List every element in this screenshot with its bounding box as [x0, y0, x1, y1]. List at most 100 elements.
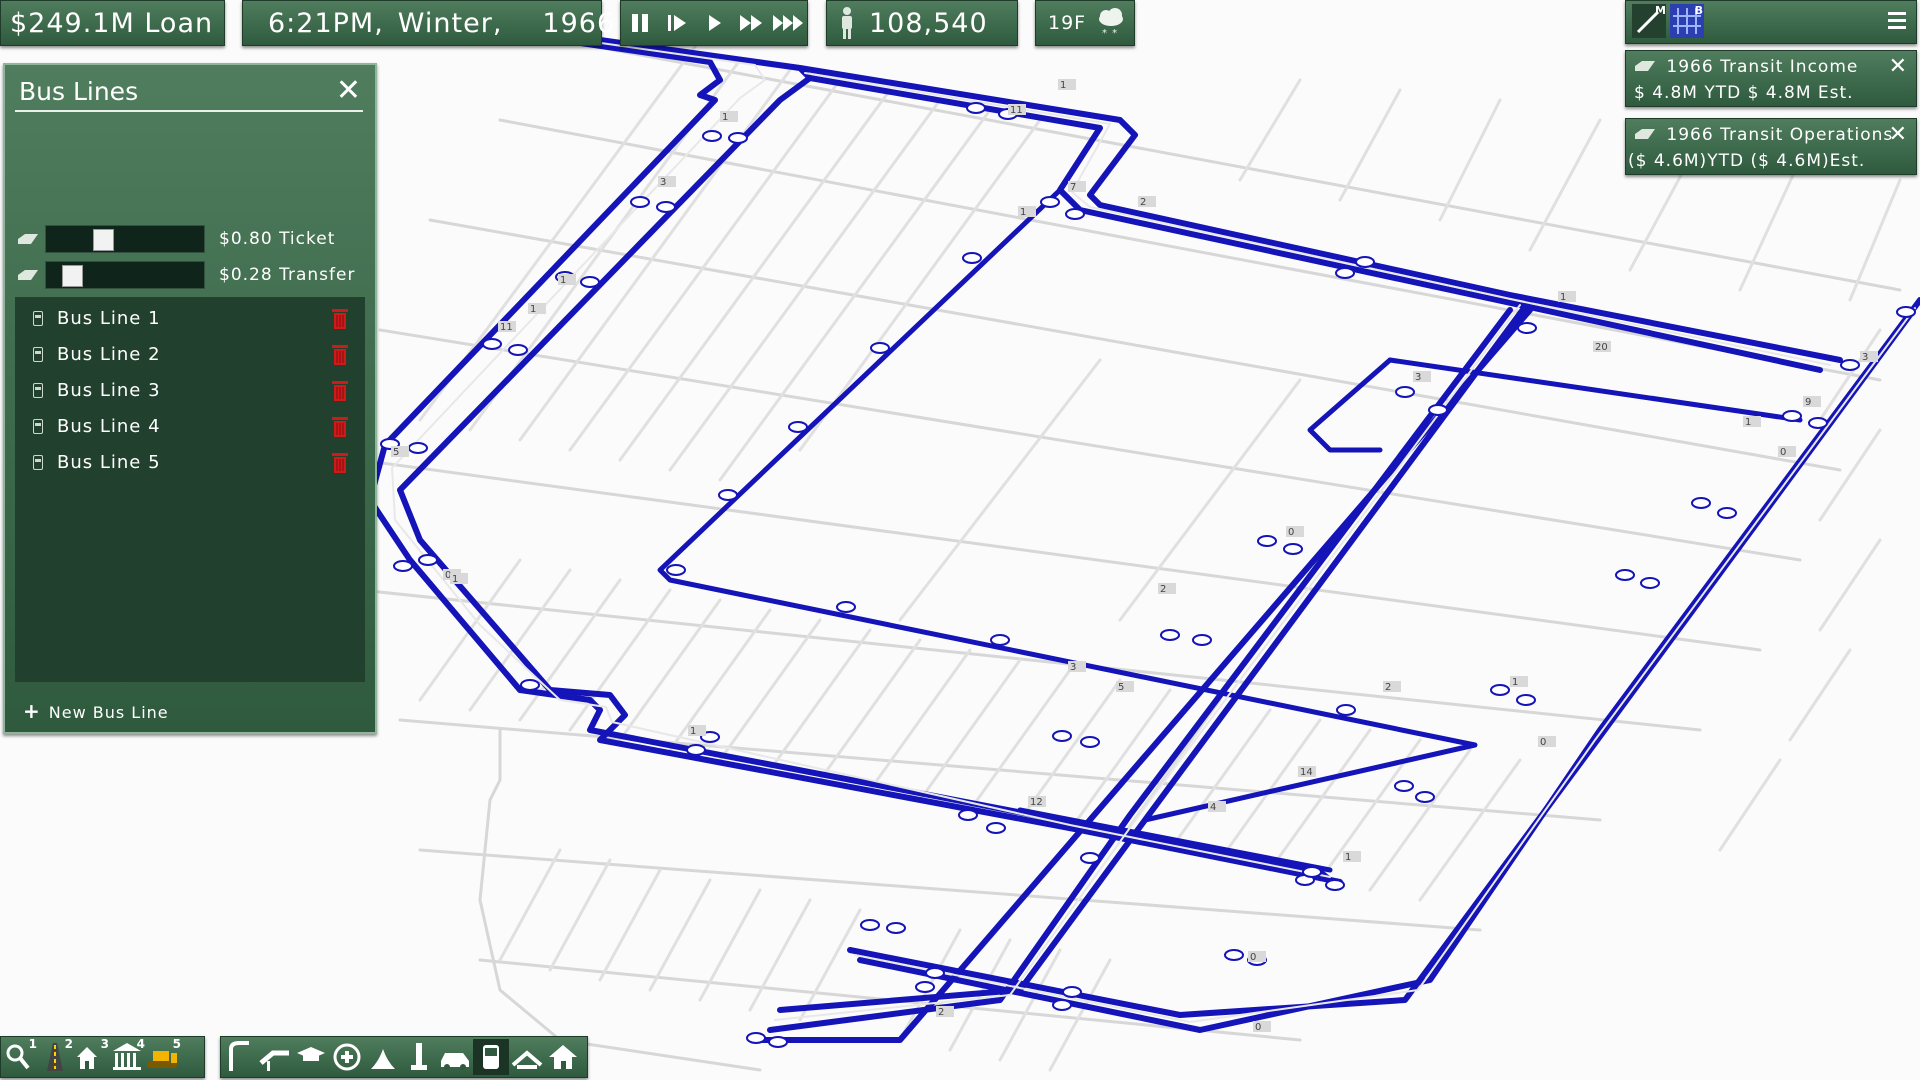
transit-operations-panel: 1966 Transit Operations ($ 4.6M)YTD ($ 4…	[1625, 118, 1917, 175]
monument-icon	[411, 1043, 427, 1070]
stop-count-label: 5	[393, 447, 399, 458]
map-mode-m-label: M	[1655, 4, 1666, 17]
trash-icon[interactable]	[332, 452, 348, 474]
bus-icon	[33, 310, 43, 326]
stop-count-label: 0	[1250, 952, 1256, 963]
transit-income-title: 1966 Transit Income	[1666, 57, 1859, 77]
new-bus-line-label: New Bus Line	[48, 703, 169, 722]
transfer-slider-thumb[interactable]	[62, 265, 84, 287]
new-bus-line-button[interactable]: + New Bus Line	[23, 699, 169, 723]
stop-count-label: 1	[1560, 292, 1566, 303]
car-tool-button[interactable]	[437, 1039, 473, 1075]
bus-tool-button[interactable]	[473, 1039, 509, 1075]
fast-speed-button[interactable]	[734, 6, 768, 40]
stop-count-label: 0	[1255, 1022, 1261, 1033]
road-build-tool-button[interactable]	[221, 1039, 257, 1075]
play-icon	[708, 15, 721, 31]
trash-icon[interactable]	[332, 380, 348, 402]
stop-count-label: 2	[938, 1007, 944, 1018]
stop-count-label: 3	[1415, 372, 1421, 383]
home-tool-button[interactable]	[545, 1039, 581, 1075]
transit-operations-title-row: 1966 Transit Operations	[1634, 125, 1893, 145]
stop-count-label: 9	[1805, 397, 1811, 408]
weather-display[interactable]: 19F * *	[1035, 0, 1135, 46]
home-icon	[549, 1045, 577, 1069]
stop-count-label: 1	[530, 304, 536, 315]
close-operations-panel-button[interactable]: ✕	[1889, 122, 1908, 147]
bus-line-item[interactable]: Bus Line 1	[15, 302, 365, 334]
health-icon	[333, 1043, 361, 1071]
loan-display[interactable]: $249.1M Loan	[0, 0, 225, 46]
slow-speed-button[interactable]	[660, 6, 694, 40]
map-mode-bar: M B	[1625, 0, 1917, 44]
stop-count-label: 3	[660, 177, 666, 188]
title-divider	[15, 110, 363, 112]
bus-routes	[367, 37, 1920, 1043]
stop-count-label: 14	[1300, 767, 1313, 778]
bus-icon	[33, 418, 43, 434]
health-tool-button[interactable]	[329, 1039, 365, 1075]
ticket-price-slider[interactable]	[45, 225, 205, 253]
bus-line-item[interactable]: Bus Line 3	[15, 374, 365, 406]
monument-tool-button[interactable]	[401, 1039, 437, 1075]
bus-line-label: Bus Line 2	[57, 343, 161, 365]
main-menu-button[interactable]	[1886, 9, 1908, 33]
ticket-icon	[18, 234, 38, 244]
trash-icon[interactable]	[332, 344, 348, 366]
map-mode-b-label: B	[1694, 4, 1703, 17]
transit-income-values: $ 4.8M YTD $ 4.8M Est.	[1634, 83, 1854, 103]
close-bus-panel-button[interactable]: ✕	[336, 73, 361, 108]
trash-icon[interactable]	[332, 308, 348, 330]
trash-icon[interactable]	[332, 416, 348, 438]
bus-line-label: Bus Line 4	[57, 415, 161, 437]
bulldozer-tool-button[interactable]: 5	[145, 1037, 181, 1075]
bus-icon	[483, 1045, 499, 1069]
slow-play-icon	[667, 15, 686, 31]
train-tool-button[interactable]	[509, 1039, 545, 1075]
stop-count-label: 4	[1210, 802, 1216, 813]
stop-count-label: 1	[560, 275, 566, 286]
road-tool-button[interactable]: 2	[37, 1037, 73, 1075]
hotkey-number: 1	[28, 1037, 37, 1051]
transit-operations-values: ($ 4.6M)YTD ($ 4.6M)Est.	[1628, 151, 1866, 171]
stop-count-label: 0	[1540, 737, 1546, 748]
normal-speed-button[interactable]	[697, 6, 731, 40]
bus-line-item[interactable]: Bus Line 4	[15, 410, 365, 442]
bus-line-label: Bus Line 5	[57, 451, 161, 473]
education-tool-button[interactable]	[293, 1039, 329, 1075]
transit-income-panel: 1966 Transit Income $ 4.8M YTD $ 4.8M Es…	[1625, 50, 1917, 107]
population-text: 108,540	[869, 7, 988, 39]
houses-tool-button[interactable]: 3	[73, 1037, 109, 1075]
bus-icon	[33, 346, 43, 362]
magnifier-tool-button[interactable]: 1	[1, 1037, 37, 1075]
parks-tool-button[interactable]	[365, 1039, 401, 1075]
bus-line-label: Bus Line 1	[57, 307, 161, 329]
car-icon	[441, 1053, 469, 1070]
government-tool-button[interactable]: 4	[109, 1037, 145, 1075]
date-time-display: 6:21PM, Winter, 1966	[242, 0, 614, 46]
population-display[interactable]: 108,540	[826, 0, 1018, 46]
fast-forward-icon	[740, 15, 763, 31]
map-mode-b-button[interactable]: B	[1670, 4, 1704, 38]
fastest-speed-button[interactable]	[771, 6, 805, 40]
stop-count-label: 1	[722, 112, 728, 123]
stop-count-label: 11	[500, 322, 513, 333]
stop-count-label: 7	[1070, 182, 1076, 193]
time-text: 6:21PM,	[268, 7, 384, 39]
bus-line-item[interactable]: Bus Line 5	[15, 446, 365, 478]
transfer-price-slider[interactable]	[45, 261, 205, 289]
ticket-slider-thumb[interactable]	[92, 229, 114, 251]
map-mode-m-button[interactable]: M	[1632, 4, 1666, 38]
freeway-tool-button[interactable]	[257, 1039, 293, 1075]
freeway-icon	[259, 1050, 289, 1071]
bus-line-item[interactable]: Bus Line 2	[15, 338, 365, 370]
pause-button[interactable]	[623, 6, 657, 40]
transit-operations-title: 1966 Transit Operations	[1666, 125, 1894, 145]
close-income-panel-button[interactable]: ✕	[1889, 54, 1908, 79]
stop-count-label: 1	[1020, 207, 1026, 218]
stop-count-label: 2	[1140, 197, 1146, 208]
stop-count-label: 1	[1745, 417, 1751, 428]
bus-line-list: Bus Line 1 Bus Line 2 Bus Line 3 Bus Line 4…	[15, 297, 365, 682]
tool-category-bar: 1 2 3 4 5	[0, 1036, 205, 1078]
hotkey-number: 2	[64, 1037, 73, 1051]
